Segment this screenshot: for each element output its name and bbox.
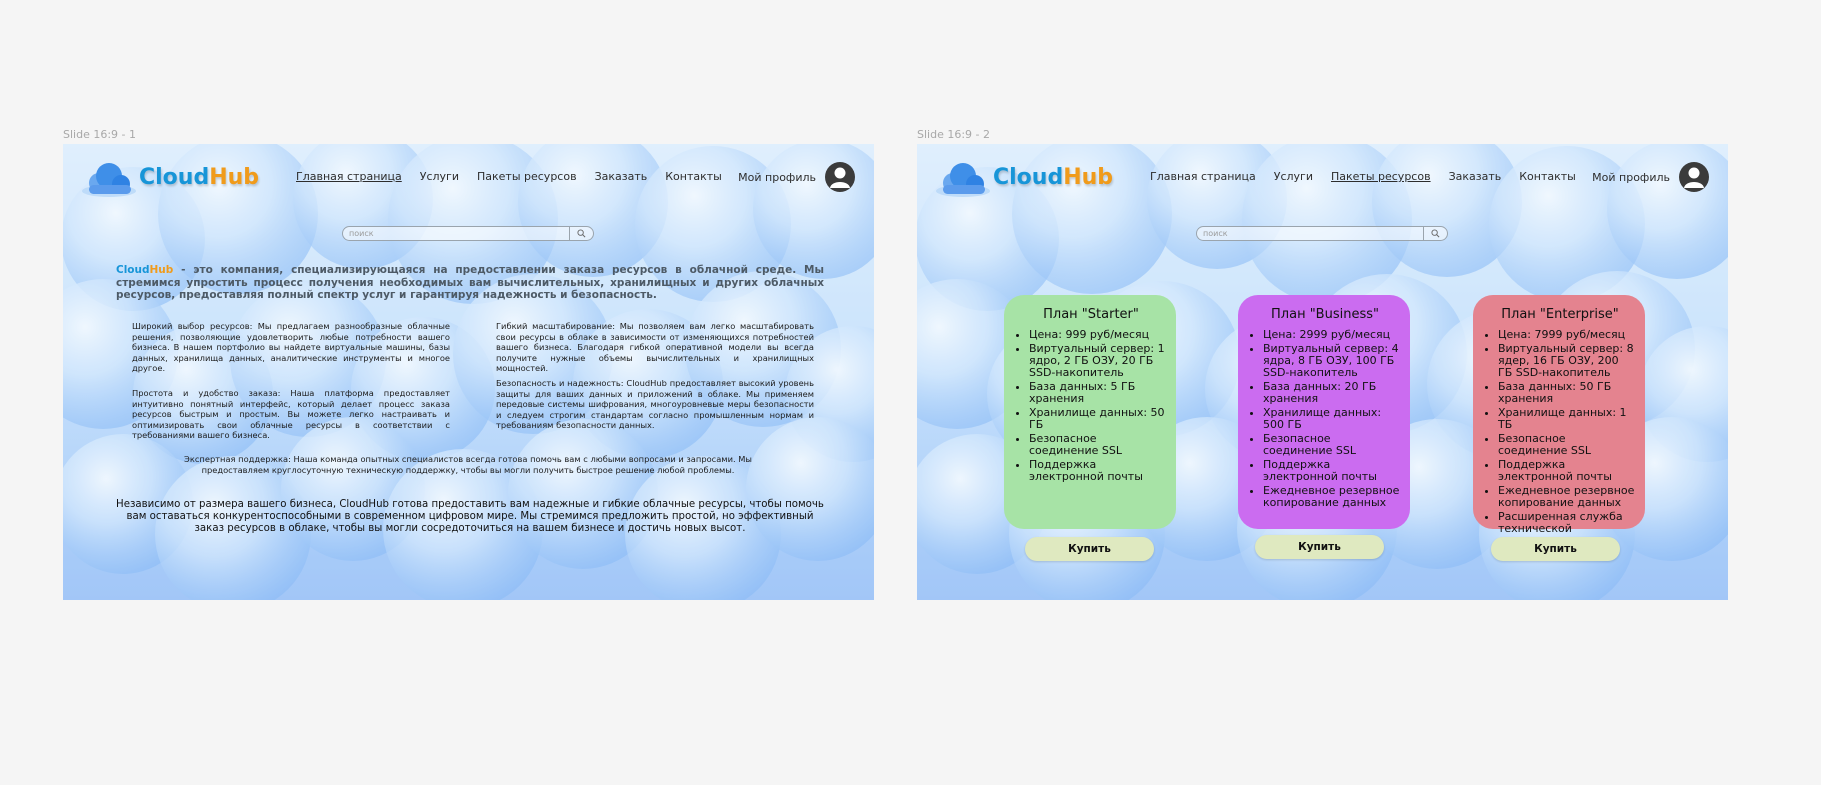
search-button[interactable] <box>569 226 594 241</box>
search-input[interactable] <box>342 226 569 241</box>
plan-feature: База данных: 50 ГБ хранения <box>1498 381 1635 405</box>
buy-button-enterprise[interactable]: Купить <box>1491 537 1620 561</box>
plan-card-starter: План "Starter" Цена: 999 руб/месяц Вирту… <box>1004 295 1176 529</box>
avatar-icon[interactable] <box>1679 162 1709 192</box>
cloud-logo-icon <box>936 163 990 197</box>
cloud-logo-icon <box>82 163 136 197</box>
plan-feature: Ежедневное резервное копирование данных <box>1263 485 1400 509</box>
nav-home[interactable]: Главная страница <box>296 170 402 183</box>
main-nav: Главная страница Услуги Пакеты ресурсов … <box>296 170 740 183</box>
nav-order[interactable]: Заказать <box>595 170 648 183</box>
closing-brand: CloudHub <box>339 499 389 510</box>
plan-feature: Виртуальный сервер: 1 ядро, 2 ГБ ОЗУ, 20… <box>1029 343 1166 379</box>
plan-feature-list: Цена: 2999 руб/месяц Виртуальный сервер:… <box>1250 329 1400 509</box>
search-button[interactable] <box>1423 226 1448 241</box>
feature-simplicity: Простота и удобство заказа: Наша платфор… <box>132 388 450 441</box>
intro-brand: CloudHub <box>116 264 174 276</box>
search-icon <box>1431 229 1440 238</box>
plan-feature: Поддержка электронной почты <box>1498 459 1635 483</box>
plan-card-business: План "Business" Цена: 2999 руб/месяц Вир… <box>1238 295 1410 529</box>
plan-feature-list: Цена: 7999 руб/месяц Виртуальный сервер:… <box>1485 329 1635 547</box>
logo-text: CloudHub <box>993 165 1114 190</box>
plan-feature: Хранилище данных: 50 ГБ <box>1029 407 1166 431</box>
intro-text: - это компания, специализирующаяся на пр… <box>116 264 824 301</box>
profile-area: Мой профиль <box>738 162 855 192</box>
nav-services[interactable]: Услуги <box>1274 170 1313 183</box>
nav-order[interactable]: Заказать <box>1449 170 1502 183</box>
plan-feature: Безопасное соединение SSL <box>1263 433 1400 457</box>
slide-packages: CloudHub Главная страница Услуги Пакеты … <box>917 144 1728 600</box>
nav-contacts[interactable]: Контакты <box>665 170 722 183</box>
plan-feature: Хранилище данных: 1 ТБ <box>1498 407 1635 431</box>
plan-feature: Виртуальный сервер: 4 ядра, 8 ГБ ОЗУ, 10… <box>1263 343 1400 379</box>
plan-title: План "Business" <box>1271 307 1379 322</box>
plan-title: План "Starter" <box>1043 307 1139 322</box>
feature-resources: Широкий выбор ресурсов: Мы предлагаем ра… <box>132 321 450 374</box>
search-bar <box>342 226 594 241</box>
plan-feature: База данных: 20 ГБ хранения <box>1263 381 1400 405</box>
plan-card-enterprise: План "Enterprise" Цена: 7999 руб/месяц В… <box>1473 295 1645 547</box>
slide-home: CloudHub Главная страница Услуги Пакеты … <box>63 144 874 600</box>
nav-packages[interactable]: Пакеты ресурсов <box>1331 170 1431 183</box>
plan-feature: Хранилище данных: 500 ГБ <box>1263 407 1400 431</box>
nav-services[interactable]: Услуги <box>420 170 459 183</box>
avatar-icon[interactable] <box>825 162 855 192</box>
plan-feature: База данных: 5 ГБ хранения <box>1029 381 1166 405</box>
search-bar <box>1196 226 1448 241</box>
logo-text: CloudHub <box>139 165 260 190</box>
profile-link[interactable]: Мой профиль <box>738 171 816 184</box>
plan-feature: Цена: 999 руб/месяц <box>1029 329 1166 341</box>
nav-home[interactable]: Главная страница <box>1150 170 1256 183</box>
plan-feature: Безопасное соединение SSL <box>1029 433 1166 457</box>
closing-paragraph: Независимо от размера вашего бизнеса, Cl… <box>116 499 824 534</box>
feature-scaling: Гибкий масштабирование: Мы позволяем вам… <box>496 321 814 374</box>
search-icon <box>577 229 586 238</box>
cloudhub-logo[interactable]: CloudHub <box>79 161 259 199</box>
plan-feature-list: Цена: 999 руб/месяц Виртуальный сервер: … <box>1016 329 1166 483</box>
frame-label-slide-1: Slide 16:9 - 1 <box>63 128 137 141</box>
buy-button-business[interactable]: Купить <box>1255 535 1384 559</box>
buy-button-starter[interactable]: Купить <box>1025 537 1154 561</box>
intro-paragraph: CloudHub - это компания, специализирующа… <box>116 264 824 302</box>
main-nav: Главная страница Услуги Пакеты ресурсов … <box>1150 170 1594 183</box>
cloudhub-logo[interactable]: CloudHub <box>933 161 1113 199</box>
plan-feature: Цена: 2999 руб/месяц <box>1263 329 1400 341</box>
search-input[interactable] <box>1196 226 1423 241</box>
frame-label-slide-2: Slide 16:9 - 2 <box>917 128 991 141</box>
plan-feature: Поддержка электронной почты <box>1029 459 1166 483</box>
support-paragraph: Экспертная поддержка: Наша команда опытн… <box>184 454 752 475</box>
plan-feature: Ежедневное резервное копирование данных <box>1498 485 1635 509</box>
nav-packages[interactable]: Пакеты ресурсов <box>477 170 577 183</box>
plan-title: План "Enterprise" <box>1501 307 1619 322</box>
plan-feature: Виртуальный сервер: 8 ядер, 16 ГБ ОЗУ, 2… <box>1498 343 1635 379</box>
profile-area: Мой профиль <box>1592 162 1709 192</box>
feature-security: Безопасность и надежность: CloudHub пред… <box>496 378 814 431</box>
plan-feature: Поддержка электронной почты <box>1263 459 1400 483</box>
profile-link[interactable]: Мой профиль <box>1592 171 1670 184</box>
plan-feature: Цена: 7999 руб/месяц <box>1498 329 1635 341</box>
nav-contacts[interactable]: Контакты <box>1519 170 1576 183</box>
plan-feature: Безопасное соединение SSL <box>1498 433 1635 457</box>
